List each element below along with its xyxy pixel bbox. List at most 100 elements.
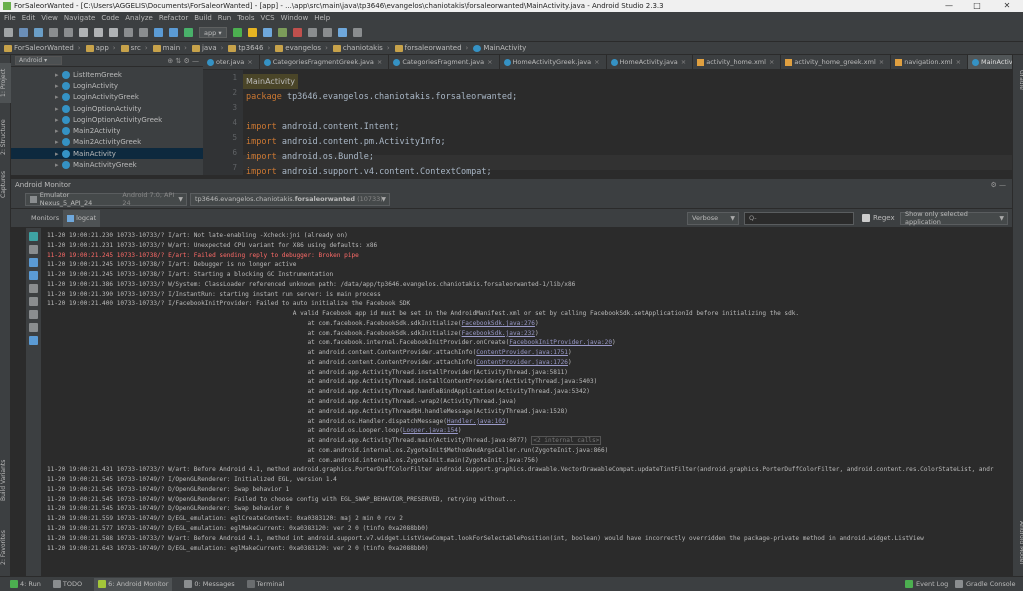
project-tree-item[interactable]: ▸ LoginActivity	[11, 80, 203, 91]
close-button[interactable]: ✕	[993, 0, 1021, 12]
editor-breadcrumb[interactable]: MainActivity	[243, 74, 299, 89]
code-editor[interactable]: MainActivity package tp3646.evangelos.ch…	[243, 70, 1012, 177]
device-monitor-icon[interactable]	[337, 28, 347, 37]
menu-item-refactor[interactable]: Refactor	[159, 14, 188, 22]
close-icon[interactable]: ×	[487, 58, 492, 66]
redo-icon[interactable]	[64, 28, 73, 37]
device-select[interactable]: Emulator Nexus_5_API_24 Android 7.0, API…	[25, 191, 187, 207]
help-icon[interactable]	[352, 28, 362, 37]
event-log-button[interactable]: Event Log	[905, 580, 948, 588]
terminal-tool-button[interactable]: Terminal	[246, 580, 284, 588]
down-icon[interactable]	[29, 271, 38, 280]
open-icon[interactable]	[4, 28, 13, 37]
regex-checkbox[interactable]	[862, 214, 870, 222]
run-tool-button[interactable]: 4: Run	[10, 580, 41, 588]
editor-tab[interactable]: activity_home.xml ×	[693, 55, 782, 69]
project-tree-item[interactable]: ▸ MainActivity	[11, 148, 203, 160]
replace-icon[interactable]	[139, 28, 148, 37]
project-panel-tools[interactable]: ⊕ ⇅ ⚙ —	[167, 57, 199, 65]
scroll-to-end-icon[interactable]	[29, 245, 38, 254]
project-tree-item[interactable]: ▸ LoginOptionActivityGreek	[11, 114, 203, 125]
structure-tool-tab[interactable]: 2: Structure	[0, 115, 11, 160]
build-variants-tool-tab[interactable]: Build Variants	[0, 455, 11, 505]
log-source-link[interactable]: FacebookSdk.java:232	[462, 330, 535, 337]
log-source-link[interactable]: Handler.java:102	[447, 418, 506, 425]
close-icon[interactable]: ×	[247, 58, 252, 66]
process-select[interactable]: tp3646.evangelos.chaniotakis. forsaleorwa…	[190, 192, 390, 206]
find-icon[interactable]	[124, 28, 133, 37]
breadcrumb-item[interactable]: app ›	[85, 44, 116, 52]
project-view-select[interactable]: Android ▾	[15, 56, 63, 65]
breadcrumb-item[interactable]: forsaleorwanted ›	[394, 44, 468, 52]
menu-item-help[interactable]: Help	[314, 14, 330, 22]
menu-item-file[interactable]: File	[4, 14, 16, 22]
favorites-tool-tab[interactable]: 2: Favorites	[0, 525, 11, 570]
back-icon[interactable]	[154, 28, 163, 37]
project-tree-item[interactable]: ▸ Main2ActivityGreek	[11, 137, 203, 148]
settings-icon[interactable]	[29, 310, 38, 319]
close-icon[interactable]: ×	[377, 58, 382, 66]
project-tree-item[interactable]: ▸ MainActivityGreek	[11, 159, 203, 170]
editor-tab[interactable]: HomeActivity.java ×	[607, 55, 694, 69]
internal-calls-fold[interactable]: <2 internal calls>	[531, 436, 602, 446]
undo-icon[interactable]	[49, 28, 58, 37]
close-icon[interactable]: ×	[681, 58, 686, 66]
stop-icon[interactable]	[292, 28, 302, 37]
minimize-button[interactable]: —	[935, 0, 963, 12]
menu-item-run[interactable]: Run	[218, 14, 231, 22]
android-model-tool-tab[interactable]: Android Model	[1014, 515, 1023, 570]
cut-icon[interactable]	[79, 28, 88, 37]
editor-tab[interactable]: HomeActivityGreek.java ×	[500, 55, 607, 69]
log-source-link[interactable]: Looper.java:154	[403, 427, 458, 434]
gradle-console-button[interactable]: Gradle Console	[955, 580, 1016, 588]
android-monitor-tool-button[interactable]: 6: Android Monitor	[94, 577, 173, 591]
make-project-icon[interactable]	[184, 28, 193, 37]
breadcrumb-item[interactable]: java ›	[191, 44, 223, 52]
menu-item-tools[interactable]: Tools	[237, 14, 254, 22]
gradle-tool-tab[interactable]: Gradle	[1014, 65, 1023, 95]
menu-item-view[interactable]: View	[41, 14, 58, 22]
project-tool-tab[interactable]: 1: Project	[0, 63, 11, 103]
menu-item-navigate[interactable]: Navigate	[64, 14, 95, 22]
breadcrumb-item[interactable]: evangelos ›	[275, 44, 328, 52]
editor-tab[interactable]: CategoriesFragment.java ×	[389, 55, 500, 69]
breadcrumb-item[interactable]: ForSaleorWanted ›	[4, 44, 81, 52]
menu-item-analyze[interactable]: Analyze	[125, 14, 153, 22]
log-source-link[interactable]: ContentProvider.java:1726	[476, 359, 568, 366]
maximize-button[interactable]: □	[963, 0, 991, 12]
run-icon[interactable]	[232, 28, 242, 37]
menu-item-edit[interactable]: Edit	[22, 14, 36, 22]
todo-tool-button[interactable]: TODO	[52, 580, 82, 588]
breadcrumb-item[interactable]: chaniotakis ›	[332, 44, 390, 52]
logcat-output[interactable]: 11-20 19:00:21.230 10733-10733/? I/art: …	[43, 228, 1012, 576]
project-tree-item[interactable]: ▸ LoginActivityGreek	[11, 92, 203, 103]
project-tree-item[interactable]: ▸ LoginOptionActivity	[11, 103, 203, 114]
messages-tool-button[interactable]: 0: Messages	[184, 580, 235, 588]
help-icon[interactable]	[29, 336, 38, 345]
breadcrumb-item[interactable]: main ›	[152, 44, 187, 52]
logcat-filter-select[interactable]: Show only selected application ▼	[900, 210, 1008, 226]
log-source-link[interactable]: ContentProvider.java:1751	[476, 349, 568, 356]
restart-icon[interactable]	[29, 297, 38, 306]
editor-tab[interactable]: navigation.xml ×	[891, 55, 969, 69]
close-icon[interactable]: ×	[879, 58, 884, 66]
project-tree-item[interactable]: ▸ ListItemGreek	[11, 69, 203, 80]
up-icon[interactable]	[29, 258, 38, 267]
breadcrumb-item[interactable]: tp3646 ›	[228, 44, 270, 52]
gear-icon[interactable]: ⚙ —	[990, 181, 1006, 189]
copy-icon[interactable]	[94, 28, 103, 37]
log-source-link[interactable]: FacebookSdk.java:276	[462, 320, 535, 327]
print-icon[interactable]	[29, 284, 38, 293]
forward-icon[interactable]	[169, 28, 178, 37]
project-tree-item[interactable]: ▸ Main2Activity	[11, 125, 203, 136]
instant-run-icon[interactable]	[247, 28, 257, 37]
log-level-select[interactable]: Verbose ▼	[687, 211, 739, 225]
avd-manager-icon[interactable]	[307, 28, 317, 37]
menu-item-code[interactable]: Code	[101, 14, 119, 22]
menu-item-build[interactable]: Build	[194, 14, 212, 22]
tab-logcat[interactable]: logcat	[63, 209, 101, 227]
save-all-icon[interactable]	[19, 28, 28, 37]
layout-icon[interactable]	[29, 323, 38, 332]
attach-debugger-icon[interactable]	[277, 28, 287, 37]
sdk-manager-icon[interactable]	[322, 28, 332, 37]
